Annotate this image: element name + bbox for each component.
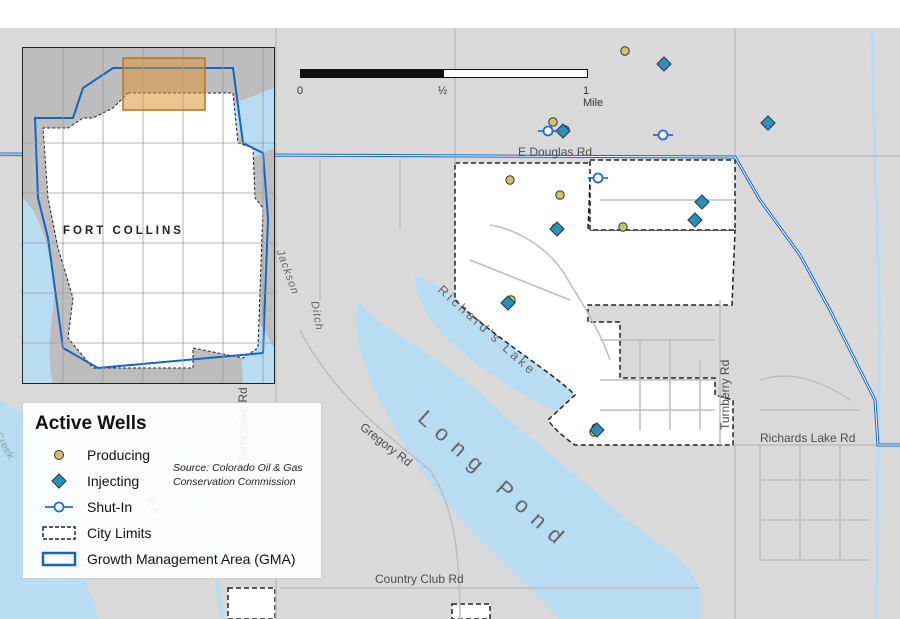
- map-stage: E Douglas Rd Turnberry Rd Richards Lake …: [0, 0, 900, 619]
- legend: Active Wells Producing Injecting Shut-In…: [22, 402, 322, 579]
- label-country-club-rd: Country Club Rd: [375, 572, 464, 586]
- city-limits-north-parcel: [589, 159, 736, 231]
- legend-item-shut-in: Shut-In: [37, 497, 132, 517]
- inset-map[interactable]: FORT COLLINS: [22, 47, 275, 384]
- legend-item-injecting: Injecting: [37, 471, 139, 491]
- legend-label-producing: Producing: [87, 447, 151, 463]
- gma-icon: [37, 549, 81, 569]
- scale-tick-0: 0: [297, 85, 304, 97]
- shut-in-icon: [37, 497, 81, 517]
- label-richards-lake-rd: Richards Lake Rd: [760, 431, 856, 445]
- inset-city-label: FORT COLLINS: [63, 225, 184, 237]
- legend-source-line-2: Conservation Commission: [173, 476, 296, 488]
- scale-bar: 0 ½ 1 Mile: [297, 69, 603, 109]
- legend-label-gma: Growth Management Area (GMA): [87, 551, 296, 567]
- scale-bar-white-segment: [443, 69, 588, 78]
- scale-bar-black-segment: [300, 69, 445, 78]
- legend-source: Source: Colorado Oil & Gas Conservation …: [173, 461, 303, 489]
- legend-label-shut-in: Shut-In: [87, 499, 133, 515]
- producing-well-p7[interactable]: [618, 222, 628, 232]
- legend-source-line-1: Source: Colorado Oil & Gas: [173, 462, 303, 474]
- legend-item-city-limits: City Limits: [37, 523, 152, 543]
- scale-tick-1-mile: 1 Mile: [583, 85, 604, 109]
- label-turnberry-rd: Turnberry Rd: [718, 359, 732, 430]
- top-margin: [0, 0, 900, 28]
- city-limits-south-1: [227, 587, 276, 619]
- producing-icon: [37, 445, 81, 465]
- scale-tick-half: ½: [438, 85, 448, 97]
- producing-well-p1[interactable]: [620, 46, 630, 56]
- inset-highlight-box: [122, 57, 206, 111]
- city-limits-icon: [37, 523, 81, 543]
- producing-well-p4[interactable]: [505, 175, 515, 185]
- legend-item-gma: Growth Management Area (GMA): [37, 549, 296, 569]
- legend-label-injecting: Injecting: [87, 473, 140, 489]
- legend-title: Active Wells: [35, 413, 147, 434]
- legend-item-producing: Producing: [37, 445, 150, 465]
- label-e-douglas-rd: E Douglas Rd: [518, 145, 593, 159]
- producing-well-p5[interactable]: [555, 190, 565, 200]
- injecting-icon: [37, 471, 81, 491]
- city-limits-south-2: [451, 603, 491, 619]
- producing-well-p2[interactable]: [548, 117, 558, 127]
- legend-label-city-limits: City Limits: [87, 525, 152, 541]
- inset-map-graphic: [23, 48, 274, 383]
